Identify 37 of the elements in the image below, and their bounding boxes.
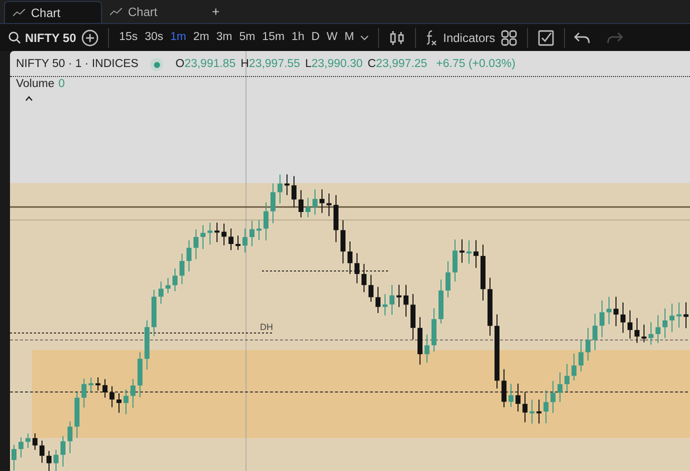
grid-icon[interactable] [500,28,518,46]
volume-label: Volume [16,77,54,92]
add-circle-icon[interactable] [81,28,100,46]
interval-button[interactable]: 1h [290,28,306,46]
interval-button[interactable]: M [344,28,356,46]
interval-button[interactable]: W [326,28,339,46]
ohlc-value: L23,990.30 [305,56,363,72]
interval-button[interactable]: 1m [169,28,188,46]
interval-button[interactable]: D [310,28,321,46]
chart-tab[interactable]: Chart [102,1,200,23]
trend-line-icon [110,8,122,16]
function-icon [425,30,438,46]
chevron-down-icon[interactable] [360,34,370,40]
interval-button[interactable]: 3m [215,28,234,46]
undo-icon[interactable] [574,30,590,44]
candlestick-icon[interactable] [388,28,406,46]
interval-button[interactable]: 5m [238,28,256,46]
search-icon [8,31,21,44]
volume-value: 0 [58,77,65,92]
checkbox-icon[interactable] [537,28,556,46]
collapse-caret-icon[interactable] [25,96,33,101]
symbol-label: NIFTY 50 [25,30,76,46]
interval-button[interactable]: 15m [261,28,286,46]
level-label: DH [260,321,273,334]
trend-line-icon [13,8,25,16]
symbol-title: NIFTY 50 · 1 · INDICES [16,56,138,72]
symbol-search[interactable]: NIFTY 50 [8,28,76,46]
ohlc-value: C23,997.25 [368,56,428,72]
ohlc-value: O23,991.85 [175,56,236,72]
interval-button[interactable]: 15s [118,28,139,46]
interval-button[interactable]: 30s [144,28,164,46]
indicators-button[interactable]: Indicators [425,28,496,46]
price-change: +6.75 (+0.03%) [436,56,516,72]
interval-button[interactable]: 2m [192,28,210,46]
ohlc-value: H23,997.55 [240,56,300,72]
new-tab-button[interactable]: + [200,1,232,23]
chart-tab[interactable]: Chart [4,1,102,23]
